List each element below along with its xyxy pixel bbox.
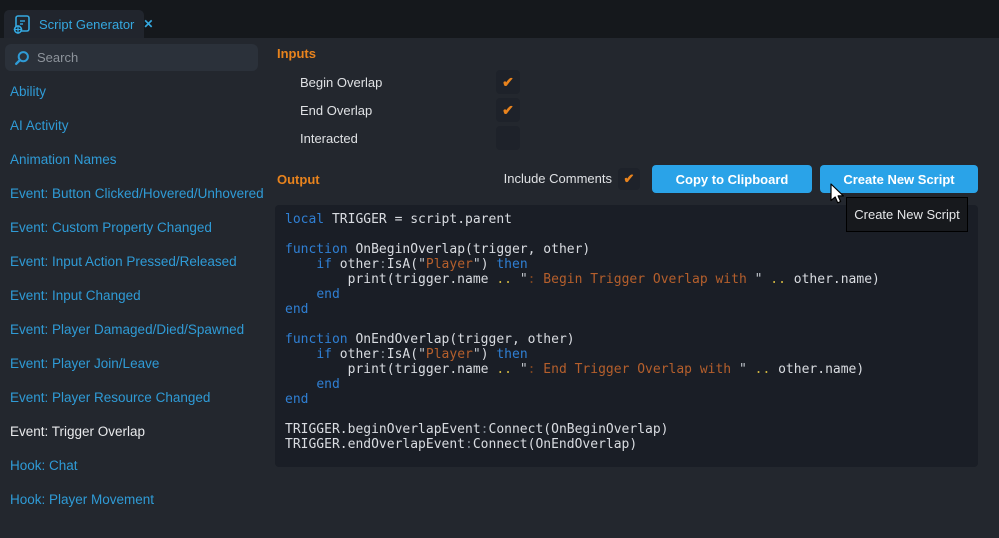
sidebar: Search AbilityAI ActivityAnimation Names…: [0, 38, 270, 538]
tab-script-generator[interactable]: Script Generator ✕: [4, 10, 144, 38]
code-line: print(trigger.name .. ": End Trigger Ove…: [285, 362, 978, 377]
checkbox-checked[interactable]: ✔: [496, 98, 520, 122]
output-controls: Include Comments ✔ Copy to Clipboard Cre…: [270, 165, 978, 193]
include-comments-label: Include Comments: [504, 171, 612, 186]
sidebar-item[interactable]: Event: Button Clicked/Hovered/Unhovered: [0, 177, 270, 211]
search-placeholder: Search: [37, 50, 78, 65]
sidebar-item[interactable]: Animation Names: [0, 143, 270, 177]
script-generator-icon: [12, 14, 32, 34]
input-row: Begin Overlap✔: [300, 70, 520, 94]
copy-to-clipboard-button[interactable]: Copy to Clipboard: [652, 165, 812, 193]
checkbox-checked[interactable]: ✔: [496, 70, 520, 94]
code-line: end: [285, 377, 978, 392]
sidebar-item[interactable]: Event: Player Resource Changed: [0, 381, 270, 415]
sidebar-list: AbilityAI ActivityAnimation NamesEvent: …: [0, 75, 270, 517]
sidebar-item[interactable]: Event: Trigger Overlap: [0, 415, 270, 449]
input-label: Interacted: [300, 131, 496, 146]
tooltip-text: Create New Script: [854, 207, 959, 222]
code-line: function OnEndOverlap(trigger, other): [285, 332, 978, 347]
input-label: End Overlap: [300, 103, 496, 118]
sidebar-item[interactable]: AI Activity: [0, 109, 270, 143]
code-line: function OnBeginOverlap(trigger, other): [285, 242, 978, 257]
sidebar-item[interactable]: Event: Input Changed: [0, 279, 270, 313]
code-line: if other:IsA("Player") then: [285, 347, 978, 362]
search-input[interactable]: Search: [5, 44, 258, 71]
sidebar-item[interactable]: Hook: Chat: [0, 449, 270, 483]
code-line: [285, 317, 978, 332]
sidebar-item[interactable]: Event: Custom Property Changed: [0, 211, 270, 245]
inputs-heading: Inputs: [277, 46, 316, 61]
code-line: if other:IsA("Player") then: [285, 257, 978, 272]
sidebar-item[interactable]: Event: Player Damaged/Died/Spawned: [0, 313, 270, 347]
code-line: print(trigger.name .. ": Begin Trigger O…: [285, 272, 978, 287]
sidebar-item[interactable]: Ability: [0, 75, 270, 109]
create-new-script-button[interactable]: Create New Script: [820, 165, 978, 193]
include-comments-checkbox[interactable]: ✔: [618, 168, 640, 190]
input-label: Begin Overlap: [300, 75, 496, 90]
checkbox-unchecked[interactable]: [496, 126, 520, 150]
sidebar-item[interactable]: Event: Player Join/Leave: [0, 347, 270, 381]
main-panel: Inputs Begin Overlap✔End Overlap✔Interac…: [270, 38, 999, 538]
tooltip: Create New Script: [846, 197, 968, 232]
code-line: end: [285, 302, 978, 317]
input-row: Interacted: [300, 126, 520, 150]
sidebar-item[interactable]: Hook: Player Movement: [0, 483, 270, 517]
tab-title: Script Generator: [39, 17, 134, 32]
code-line: end: [285, 287, 978, 302]
script-generator-window: Script Generator ✕ Search AbilityAI Acti…: [0, 0, 999, 538]
code-line: [285, 407, 978, 422]
tab-close-icon[interactable]: ✕: [143, 17, 153, 31]
code-line: end: [285, 392, 978, 407]
input-row: End Overlap✔: [300, 98, 520, 122]
sidebar-item[interactable]: Event: Input Action Pressed/Released: [0, 245, 270, 279]
search-icon: [14, 50, 30, 66]
code-line: TRIGGER.beginOverlapEvent:Connect(OnBegi…: [285, 422, 978, 437]
code-line: TRIGGER.endOverlapEvent:Connect(OnEndOve…: [285, 437, 978, 452]
tab-bar: Script Generator ✕: [0, 0, 999, 38]
code-block[interactable]: local TRIGGER = script.parent function O…: [275, 205, 978, 467]
